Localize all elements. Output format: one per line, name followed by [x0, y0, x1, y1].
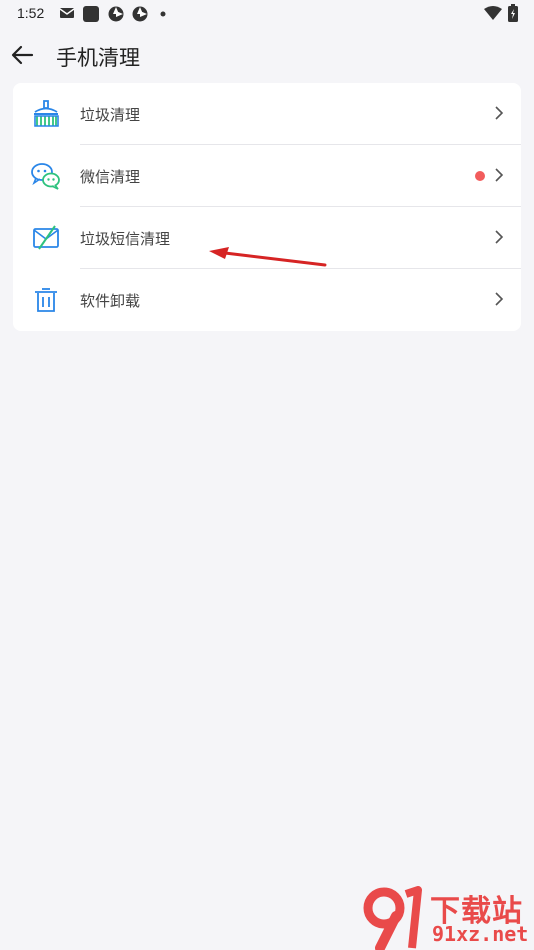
wechat-icon — [31, 163, 60, 190]
battery-icon — [508, 4, 518, 22]
blocked-message-icon — [33, 225, 59, 250]
mail-icon — [59, 8, 75, 18]
app-bar: 手机清理 — [0, 30, 534, 80]
watermark-url: 91xz.net — [432, 922, 529, 946]
app-square-icon — [83, 6, 99, 22]
chevron-right-icon — [495, 230, 504, 244]
page-title: 手机清理 — [56, 46, 140, 70]
wifi-icon — [484, 6, 502, 20]
broom-icon — [34, 100, 59, 127]
watermark-91-logo-icon — [363, 886, 422, 950]
chevron-right-icon — [495, 106, 504, 120]
menu-item-wechat-clean[interactable]: 微信清理 — [13, 145, 521, 207]
menu-item-label: 微信清理 — [80, 168, 141, 186]
menu-item-junk-clean[interactable]: 垃圾清理 — [13, 83, 521, 145]
chevron-right-icon — [495, 168, 504, 182]
notification-badge — [475, 171, 485, 181]
menu-item-label: 垃圾清理 — [80, 106, 141, 124]
menu-item-label: 垃圾短信清理 — [80, 230, 171, 248]
chevron-right-icon — [495, 292, 504, 306]
arrow-left-icon[interactable] — [10, 42, 36, 68]
notification-dot-icon — [160, 11, 166, 17]
annotation-arrow-icon — [209, 247, 327, 267]
status-bar: 1:52 — [0, 0, 534, 28]
aperture-icon — [108, 6, 124, 22]
menu-card: 垃圾清理 微信清理 垃圾短信清理 软件卸载 — [13, 83, 521, 331]
trash-icon — [35, 288, 57, 312]
watermark-logo: 下载站 91xz.net — [362, 884, 534, 950]
aperture-icon — [132, 6, 148, 22]
menu-item-app-uninstall[interactable]: 软件卸载 — [13, 269, 521, 331]
menu-item-label: 软件卸载 — [80, 292, 141, 310]
status-time: 1:52 — [17, 5, 45, 21]
